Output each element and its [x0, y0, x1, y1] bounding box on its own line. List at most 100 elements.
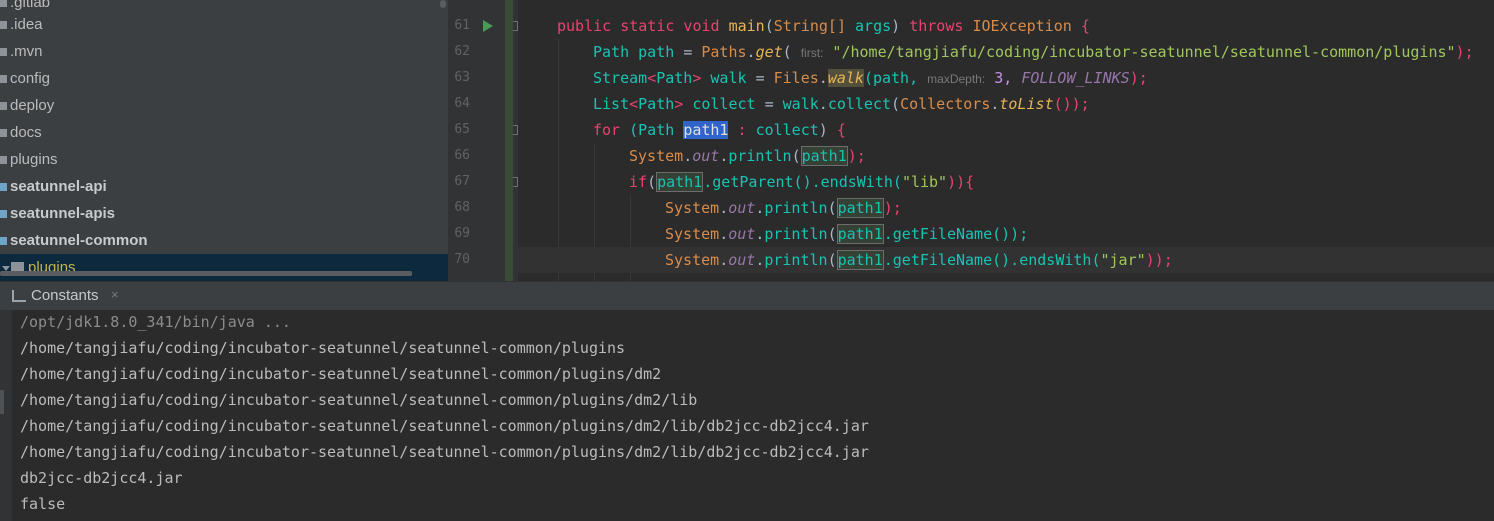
- folder-icon: [0, 156, 7, 164]
- tree-item-config[interactable]: config: [0, 65, 448, 92]
- tree-item-mvn[interactable]: .mvn: [0, 38, 448, 65]
- token-string: "/home/tangjiafu/coding/incubator-seatun…: [832, 43, 1456, 61]
- code-line-67[interactable]: if(path1.getParent().endsWith("lib")){: [518, 169, 1494, 195]
- parameter-hint: maxDepth:: [927, 72, 986, 86]
- token-method: get: [755, 43, 783, 61]
- code-line-61[interactable]: public static void main(String[] args) t…: [518, 13, 1494, 39]
- token-param: args: [855, 17, 892, 35]
- token-punct: :: [737, 121, 747, 139]
- token-variable-usage: path1: [836, 250, 884, 270]
- token-class: Paths: [701, 43, 747, 61]
- tree-item-label: seatunnel-api: [10, 178, 107, 195]
- tree-item-label: seatunnel-apis: [10, 205, 116, 222]
- token-variable: path: [638, 43, 675, 61]
- token-punct: .: [746, 43, 756, 61]
- token-field: out: [692, 147, 720, 165]
- line-number: 69: [454, 226, 470, 241]
- tree-item-label: deploy: [10, 97, 55, 114]
- token-punct: .: [755, 199, 765, 217]
- console-output[interactable]: /opt/jdk1.8.0_341/bin/java ... /home/tan…: [12, 310, 1494, 521]
- code-line-66[interactable]: System.out.println(path1);: [518, 143, 1494, 169]
- token-punct: {: [836, 121, 846, 139]
- tree-item-plugins[interactable]: plugins: [0, 146, 448, 173]
- code-line-65[interactable]: for (Path path1 : collect) {: [518, 117, 1494, 143]
- token-variable-usage: path1: [656, 172, 704, 192]
- token-variable: walk: [710, 69, 747, 87]
- token-variable: walk: [782, 95, 819, 113]
- token-punct: .: [683, 147, 693, 165]
- tree-item-docs[interactable]: docs: [0, 119, 448, 146]
- token-punct: .: [719, 225, 729, 243]
- code-line-69[interactable]: System.out.println(path1.getFileName());: [518, 221, 1494, 247]
- token-method: main: [728, 17, 765, 35]
- token-variable: collect: [755, 121, 819, 139]
- token-variable-usage: path1: [836, 198, 884, 218]
- line-number: 70: [454, 252, 470, 267]
- parameter-hint: first:: [800, 46, 824, 60]
- tree-item-label: .mvn: [10, 43, 43, 60]
- run-arrow-icon[interactable]: [483, 20, 493, 32]
- token-operator: =: [764, 95, 774, 113]
- tree-item-idea[interactable]: .idea: [0, 11, 448, 38]
- module-folder-icon: [0, 210, 7, 218]
- tree-item-seatunnel-api[interactable]: seatunnel-api: [0, 173, 448, 200]
- token-type: Path: [593, 43, 630, 61]
- token-punct: .: [755, 225, 765, 243]
- token-punct: >: [674, 95, 684, 113]
- console-line-command[interactable]: /opt/jdk1.8.0_341/bin/java ...: [20, 309, 291, 335]
- run-tab-constants[interactable]: Constants: [31, 287, 99, 304]
- token-field: out: [728, 225, 756, 243]
- folder-icon: [0, 102, 7, 110]
- token-punct: .: [719, 147, 729, 165]
- token-punct: (: [791, 147, 801, 165]
- code-line-68[interactable]: System.out.println(path1);: [518, 195, 1494, 221]
- code-line-62[interactable]: Path path = Paths.get( first: "/home/tan…: [518, 39, 1494, 65]
- token-punct: >: [692, 69, 702, 87]
- token-type: String[]: [773, 17, 846, 35]
- token-punct: );: [1455, 43, 1474, 61]
- code-line-64[interactable]: List<Path> collect = walk.collect(Collec…: [518, 91, 1494, 117]
- token-punct: <: [629, 95, 639, 113]
- horizontal-scrollbar[interactable]: [0, 271, 412, 276]
- close-icon[interactable]: ×: [111, 287, 119, 302]
- token-method: println: [764, 225, 828, 243]
- token-operator: =: [755, 69, 765, 87]
- token-type: (Path: [629, 121, 675, 139]
- tree-item-seatunnel-apis[interactable]: seatunnel-apis: [0, 200, 448, 227]
- code-line-70[interactable]: System.out.println(path1.getFileName().e…: [518, 247, 1494, 273]
- token-punct: ));: [1145, 251, 1173, 269]
- tree-item-deploy[interactable]: deploy: [0, 92, 448, 119]
- token-class: System: [629, 147, 684, 165]
- tree-item-plugins-selected[interactable]: plugins: [0, 254, 448, 281]
- token-call-chain: .getParent().endsWith(: [703, 173, 902, 191]
- token-punct: ): [818, 121, 828, 139]
- token-args: (path,: [863, 69, 919, 87]
- token-punct: (: [827, 225, 837, 243]
- token-variable-selected: path1: [683, 121, 729, 139]
- token-call-chain: .getFileName().endsWith(: [883, 251, 1101, 269]
- token-field: out: [728, 251, 756, 269]
- token-punct: )){: [947, 173, 975, 191]
- line-number: 68: [454, 200, 470, 215]
- token-punct: .: [719, 251, 729, 269]
- code-line-63[interactable]: Stream<Path> walk = Files.walk(path, max…: [518, 65, 1494, 91]
- token-method: toList: [999, 95, 1054, 113]
- token-punct: (: [827, 199, 837, 217]
- token-punct: (: [827, 251, 837, 269]
- token-keyword: throws: [909, 17, 964, 35]
- folder-icon: [0, 21, 7, 29]
- line-number: 67: [454, 174, 470, 189]
- console-line: /home/tangjiafu/coding/incubator-seatunn…: [20, 417, 869, 435]
- console-line: /home/tangjiafu/coding/incubator-seatunn…: [20, 391, 698, 409]
- console-line: /home/tangjiafu/coding/incubator-seatunn…: [20, 365, 662, 383]
- code-editor[interactable]: public static void main(String[] args) t…: [518, 0, 1494, 281]
- line-number: 65: [454, 122, 470, 137]
- line-number: 62: [454, 44, 470, 59]
- tree-item-seatunnel-common[interactable]: seatunnel-common: [0, 227, 448, 254]
- tree-item-label: plugins: [28, 259, 76, 276]
- token-type: Path: [656, 69, 693, 87]
- vertical-scrollbar[interactable]: [440, 0, 446, 8]
- tree-item-label: plugins: [10, 151, 58, 168]
- token-type: IOException: [972, 17, 1072, 35]
- module-folder-icon: [0, 183, 7, 191]
